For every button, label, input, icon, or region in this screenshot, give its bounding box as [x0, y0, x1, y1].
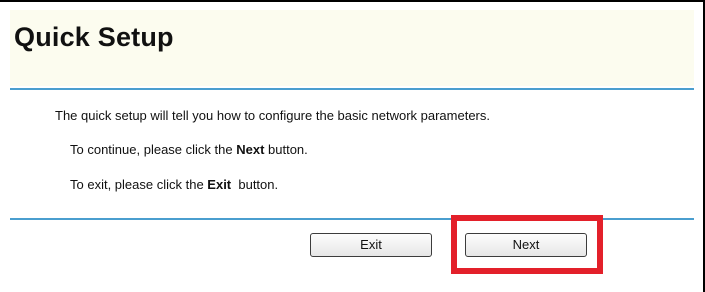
top-divider [10, 88, 694, 90]
exit-suffix: button. [231, 177, 279, 192]
frame-border-top [0, 0, 705, 2]
next-button-highlight-box [451, 215, 603, 274]
page-title: Quick Setup [14, 22, 174, 52]
continue-suffix: button. [264, 142, 308, 157]
description-text: The quick setup will tell you how to con… [55, 108, 490, 123]
exit-prefix: To exit, please click the [70, 177, 208, 192]
exit-keyword: Exit [207, 177, 232, 192]
exit-instruction: To exit, please click the Exit button. [70, 177, 278, 192]
continue-keyword: Next [236, 142, 265, 157]
quick-setup-page: Quick Setup The quick setup will tell yo… [0, 0, 705, 292]
exit-button[interactable]: Exit [310, 233, 432, 257]
continue-prefix: To continue, please click the [70, 142, 237, 157]
continue-instruction: To continue, please click the Next butto… [70, 142, 308, 157]
